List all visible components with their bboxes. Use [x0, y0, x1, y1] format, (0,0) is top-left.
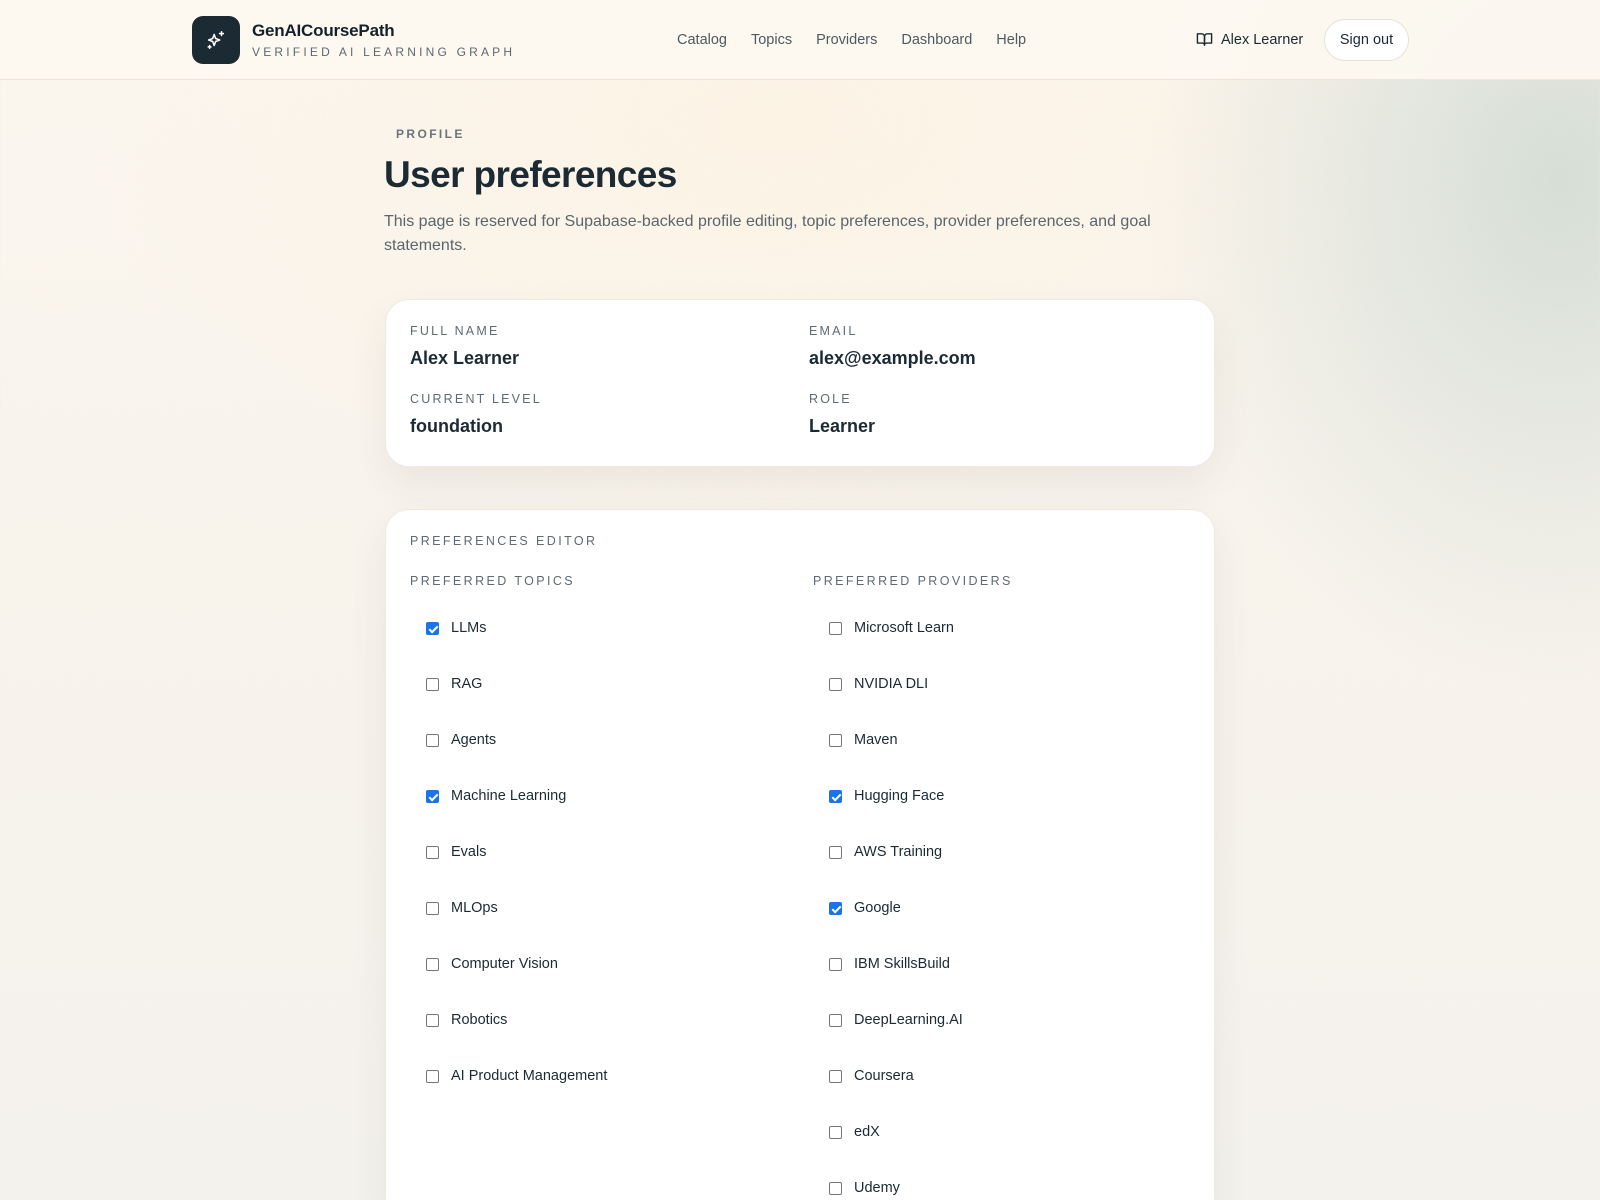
topic-option-mlops[interactable]: MLOps [426, 893, 607, 949]
sparkles-icon [192, 16, 240, 64]
sign-out-button[interactable]: Sign out [1324, 19, 1409, 61]
checkbox[interactable] [829, 1070, 842, 1083]
brand-tagline: VERIFIED AI LEARNING GRAPH [252, 45, 516, 59]
book-open-icon [1196, 31, 1213, 48]
role-value: Learner [809, 416, 876, 436]
full-name-value: Alex Learner [410, 348, 520, 368]
provider-option-microsoft-learn[interactable]: Microsoft Learn [829, 613, 963, 669]
checkbox[interactable] [426, 846, 439, 859]
email-field: EMAIL alex@example.com [809, 324, 976, 369]
preferred-topics-label: PREFERRED TOPICS [410, 574, 576, 588]
checkbox-label: Agents [451, 732, 497, 748]
user-name: Alex Learner [1221, 31, 1304, 48]
checkbox[interactable] [829, 902, 842, 915]
topic-option-agents[interactable]: Agents [426, 725, 607, 781]
checkbox[interactable] [426, 734, 439, 747]
topics-checklist: LLMs RAG Agents Machine Learning Evals MLOps C… [426, 613, 607, 1117]
preferences-editor-card: PREFERENCES EDITOR PREFERRED TOPICS PREF… [385, 509, 1215, 1200]
checkbox[interactable] [426, 902, 439, 915]
nav-link-dashboard[interactable]: Dashboard [901, 32, 972, 48]
checkbox[interactable] [426, 622, 439, 635]
checkbox-label: AWS Training [854, 844, 943, 860]
checkbox-label: Maven [854, 732, 898, 748]
checkbox-label: AI Product Management [451, 1068, 608, 1084]
checkbox-label: RAG [451, 676, 483, 692]
checkbox-label: Computer Vision [451, 956, 558, 972]
full-name-label: FULL NAME [410, 324, 500, 338]
email-label: EMAIL [809, 324, 858, 338]
page-title: User preferences [384, 154, 677, 195]
role-label: ROLE [809, 392, 852, 406]
nav-link-topics[interactable]: Topics [751, 32, 792, 48]
nav-link-providers[interactable]: Providers [816, 32, 877, 48]
checkbox-label: Evals [451, 844, 487, 860]
checkbox-label: Udemy [854, 1180, 900, 1196]
main-nav: Catalog Topics Providers Dashboard Help [677, 32, 1050, 48]
checkbox[interactable] [426, 790, 439, 803]
checkbox[interactable] [829, 1014, 842, 1027]
provider-option-aws-training[interactable]: AWS Training [829, 837, 963, 893]
provider-option-nvidia-dli[interactable]: NVIDIA DLI [829, 669, 963, 725]
nav-link-catalog[interactable]: Catalog [677, 32, 727, 48]
current-level-label: CURRENT LEVEL [410, 392, 542, 406]
preferred-providers-label: PREFERRED PROVIDERS [813, 574, 1013, 588]
providers-checklist: Microsoft Learn NVIDIA DLI Maven Hugging Fa… [829, 613, 963, 1200]
full-name-field: FULL NAME Alex Learner [410, 324, 519, 369]
checkbox[interactable] [829, 622, 842, 635]
checkbox[interactable] [829, 1126, 842, 1139]
preferences-editor-label: PREFERENCES EDITOR [410, 534, 598, 548]
current-level-field: CURRENT LEVEL foundation [410, 392, 542, 437]
checkbox-label: Machine Learning [451, 788, 567, 804]
provider-option-coursera[interactable]: Coursera [829, 1061, 963, 1117]
checkbox-label: LLMs [451, 620, 487, 636]
checkbox-label: IBM SkillsBuild [854, 956, 950, 972]
topic-option-ai-product-management[interactable]: AI Product Management [426, 1061, 607, 1117]
provider-option-udemy[interactable]: Udemy [829, 1173, 963, 1200]
brand-home-link[interactable]: GenAICoursePath VERIFIED AI LEARNING GRA… [192, 16, 515, 64]
current-level-value: foundation [410, 416, 503, 436]
checkbox-label: DeepLearning.AI [854, 1012, 963, 1028]
checkbox[interactable] [829, 678, 842, 691]
topic-option-computer-vision[interactable]: Computer Vision [426, 949, 607, 1005]
email-value: alex@example.com [809, 348, 976, 368]
topic-option-llms[interactable]: LLMs [426, 613, 607, 669]
checkbox-label: edX [854, 1124, 880, 1140]
checkbox[interactable] [829, 846, 842, 859]
checkbox[interactable] [426, 1014, 439, 1027]
checkbox-label: Hugging Face [854, 788, 945, 804]
checkbox-label: NVIDIA DLI [854, 676, 929, 692]
top-navigation-bar: GenAICoursePath VERIFIED AI LEARNING GRA… [0, 0, 1600, 80]
checkbox[interactable] [829, 790, 842, 803]
brand-name: GenAICoursePath [252, 21, 395, 40]
checkbox[interactable] [829, 734, 842, 747]
topic-option-robotics[interactable]: Robotics [426, 1005, 607, 1061]
checkbox-label: Microsoft Learn [854, 620, 954, 636]
page-description: This page is reserved for Supabase-backe… [384, 213, 1151, 254]
checkbox-label: Google [854, 900, 901, 916]
provider-option-maven[interactable]: Maven [829, 725, 963, 781]
checkbox-label: Robotics [451, 1012, 508, 1028]
checkbox[interactable] [426, 678, 439, 691]
provider-option-ibm-skillsbuild[interactable]: IBM SkillsBuild [829, 949, 963, 1005]
profile-summary-card: FULL NAME Alex Learner EMAIL alex@exampl… [385, 299, 1215, 467]
checkbox[interactable] [829, 1182, 842, 1195]
topic-option-evals[interactable]: Evals [426, 837, 607, 893]
role-field: ROLE Learner [809, 392, 875, 437]
checkbox[interactable] [426, 958, 439, 971]
page-eyebrow: PROFILE [396, 127, 465, 141]
checkbox[interactable] [829, 958, 842, 971]
topic-option-rag[interactable]: RAG [426, 669, 607, 725]
checkbox-label: MLOps [451, 900, 498, 916]
provider-option-edx[interactable]: edX [829, 1117, 963, 1173]
user-menu[interactable]: Alex Learner [1196, 31, 1303, 48]
topic-option-machine-learning[interactable]: Machine Learning [426, 781, 607, 837]
provider-option-google[interactable]: Google [829, 893, 963, 949]
provider-option-deeplearning-ai[interactable]: DeepLearning.AI [829, 1005, 963, 1061]
provider-option-hugging-face[interactable]: Hugging Face [829, 781, 963, 837]
checkbox[interactable] [426, 1070, 439, 1083]
nav-link-help[interactable]: Help [996, 32, 1026, 48]
checkbox-label: Coursera [854, 1068, 914, 1084]
